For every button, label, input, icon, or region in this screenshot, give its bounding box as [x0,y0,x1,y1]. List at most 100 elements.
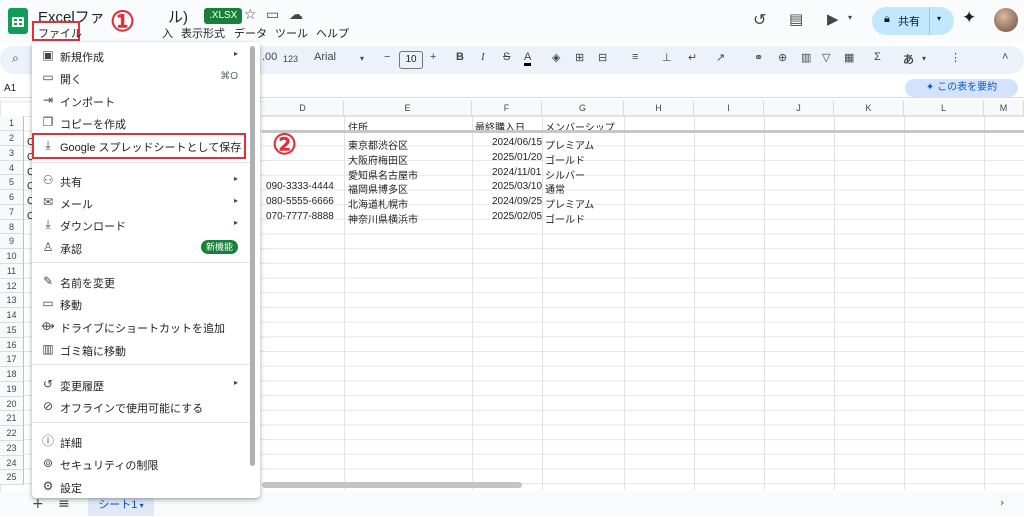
sheets-logo-icon[interactable] [8,8,28,34]
filter-icon[interactable]: ▽ [822,51,830,64]
font-size-decrease-button[interactable]: − [384,51,390,63]
menu-scrollbar[interactable] [250,46,255,466]
row-header[interactable]: 13 [0,293,24,308]
text-wrap-icon[interactable]: ↵ [688,51,697,64]
row-header[interactable]: 23 [0,441,24,456]
file-menu-item-drive-shortcut[interactable]: ⟴ ドライブにショートカットを追加 [32,316,260,338]
row-header[interactable]: 9 [0,234,24,249]
cell-e3[interactable]: 大阪府梅田区 [348,152,408,167]
avatar[interactable] [994,8,1018,32]
menu-insert[interactable]: 入 [162,25,173,41]
cell-g4[interactable]: シルバー [545,167,585,182]
file-menu-item-info[interactable]: ⓘ 詳細 [32,431,260,453]
column-header-m[interactable]: M [984,100,1024,116]
move-folder-icon[interactable]: ▭ [266,7,279,23]
cell-g3[interactable]: ゴールド [545,152,585,167]
star-icon[interactable]: ☆ [244,7,257,23]
row-header[interactable]: 11 [0,264,24,279]
file-menu-item-move-folder[interactable]: ▭ 移動 [32,293,260,315]
column-header-e[interactable]: E [344,100,472,116]
font-select-chevron-icon[interactable]: ▾ [360,54,364,63]
row-header[interactable]: 16 [0,338,24,352]
row-header[interactable]: 19 [0,382,24,397]
horizontal-align-icon[interactable]: ≡ [632,51,638,63]
cell-e6[interactable]: 北海道札幌市 [348,196,408,211]
functions-sigma-icon[interactable]: Σ [874,51,881,63]
row-header[interactable]: 7 [0,205,24,220]
row-header[interactable]: 2 [0,131,24,146]
share-dropdown-icon[interactable]: ▾ [937,14,941,23]
summarize-table-button[interactable]: ✦ この表を要約 [905,79,1018,97]
font-size-increase-button[interactable]: + [430,51,436,63]
merge-cells-icon[interactable]: ⊟ [598,51,607,64]
row-header[interactable]: 15 [0,323,24,338]
cell-d5[interactable]: 090-3333-4444 [266,181,334,192]
column-header-f[interactable]: F [472,100,542,116]
insert-comment-icon[interactable]: ⊕ [778,51,787,64]
cell-f4[interactable]: 2024/11/01 [492,167,541,178]
document-title-tail[interactable]: ル) [168,6,188,27]
file-menu-item-share-person[interactable]: ⚇ 共有 ▸ [32,170,260,192]
cell-d7[interactable]: 070-7777-8888 [266,211,334,222]
chevron-down-icon[interactable]: ▾ [848,13,852,22]
column-header-h[interactable]: H [624,100,694,116]
file-menu-item-settings-gear[interactable]: ⚙ 設定 [32,476,260,498]
row-header[interactable]: 24 [0,456,24,470]
menu-data[interactable]: データ [234,25,267,41]
row-header[interactable]: 25 [0,470,24,485]
row-header[interactable]: 5 [0,175,24,190]
gemini-sparkle-icon[interactable]: ✦ [962,8,976,28]
row-header[interactable]: 20 [0,397,24,411]
file-menu-item-download[interactable]: ⤓ ダウンロード ▸ [32,214,260,236]
cell-g7[interactable]: ゴールド [545,211,585,226]
text-rotation-icon[interactable]: ↗ [716,51,725,64]
side-panel-toggle-icon[interactable]: › [1000,496,1004,509]
column-header-j[interactable]: J [764,100,834,116]
insert-chart-icon[interactable]: ▥ [801,51,811,64]
cell-e5[interactable]: 福岡県博多区 [348,181,408,196]
cell-g2[interactable]: プレミアム [545,137,594,152]
file-menu-item-rename-pencil[interactable]: ✎ 名前を変更 [32,271,260,293]
cell-f7[interactable]: 2025/02/05 [492,211,542,222]
file-menu-item-mail[interactable]: ✉ メール ▸ [32,192,260,214]
menu-file[interactable]: ファイル [38,25,82,41]
file-menu-item-approval[interactable]: ♙ 承認 新機能 [32,237,260,259]
menu-format[interactable]: 表示形式 [181,25,225,41]
row-header[interactable]: 10 [0,249,24,264]
file-menu-item-history[interactable]: ↺ 変更履歴 ▸ [32,374,260,396]
horizontal-scrollbar[interactable] [262,482,522,488]
file-menu-item-open-folder[interactable]: ▭ 開く ⌘O [32,67,260,89]
row-header[interactable]: 18 [0,367,24,382]
number-format-button[interactable]: 123 [283,54,298,64]
row-header[interactable]: 6 [0,190,24,205]
cell-f5[interactable]: 2025/03/10 [492,181,542,192]
italic-icon[interactable]: I [481,51,485,63]
comment-icon[interactable]: ▤ [789,10,803,28]
file-menu-item-new[interactable]: ▣ 新規作成 ▸ [32,45,260,67]
row-header[interactable]: 12 [0,279,24,293]
cell-e2[interactable]: 東京都渋谷区 [348,137,408,152]
cell-f2[interactable]: 2024/06/15 [492,137,542,148]
menu-tools[interactable]: ツール [275,25,308,41]
row-header[interactable]: 4 [0,161,24,175]
strikethrough-icon[interactable]: S [503,51,510,63]
all-sheets-button[interactable]: ≡ [58,496,70,512]
name-box[interactable]: A1 [4,83,16,94]
insert-link-icon[interactable]: ⚭ [754,51,763,64]
file-menu-item-security[interactable]: ⊚ セキュリティの制限 [32,453,260,475]
history-icon[interactable]: ↺ [753,10,766,29]
column-header-i[interactable]: I [694,100,764,116]
row-header[interactable]: 22 [0,426,24,441]
cell-f6[interactable]: 2024/09/25 [492,196,542,207]
text-color-icon[interactable]: A [524,51,532,66]
file-menu-item-offline[interactable]: ⊘ オフラインで使用可能にする [32,396,260,418]
row-header[interactable]: 14 [0,308,24,323]
row-header[interactable]: 21 [0,411,24,426]
cell-e4[interactable]: 愛知県名古屋市 [348,167,418,182]
fill-color-icon[interactable]: ◈ [552,51,560,64]
column-header-g[interactable]: G [542,100,624,116]
input-tools-chevron-icon[interactable]: ▾ [922,54,926,63]
cell-e7[interactable]: 神奈川県横浜市 [348,211,418,226]
row-header[interactable]: 17 [0,352,24,367]
cell-g5[interactable]: 通常 [545,181,565,196]
